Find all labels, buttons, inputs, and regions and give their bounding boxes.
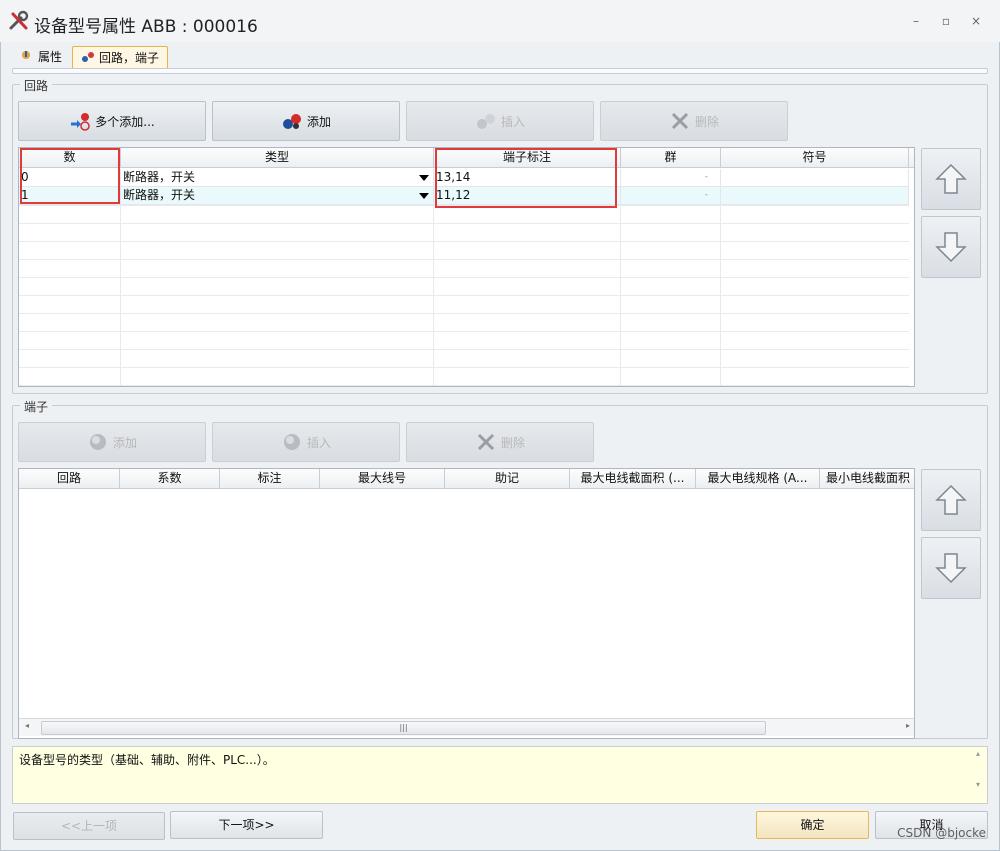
add-circuit-button[interactable]: 添加 bbox=[212, 101, 400, 141]
close-button[interactable]: × bbox=[966, 12, 986, 30]
move-down-circuit-button[interactable] bbox=[921, 216, 981, 278]
col-header-factor[interactable]: 系数 bbox=[120, 469, 220, 489]
delete-terminal-button[interactable]: 删除 bbox=[406, 422, 594, 462]
terminal-insert-icon bbox=[283, 434, 300, 450]
terminal-grid: 回路 系数 标注 最大线号 助记 最大电线截面积 (... 最大电线规格 (A.… bbox=[18, 468, 915, 739]
cell-symbol[interactable] bbox=[721, 187, 909, 205]
arrow-down-icon bbox=[935, 553, 967, 584]
add-terminal-label: 添加 bbox=[112, 435, 137, 450]
circuit-icon bbox=[82, 52, 94, 62]
add-circuit-icon bbox=[282, 114, 301, 129]
col-header-filler bbox=[909, 148, 914, 168]
col-header-group[interactable]: 群 bbox=[621, 148, 721, 168]
description-scrollbar[interactable]: ▴ ▾ bbox=[971, 749, 985, 801]
add-circuit-label: 添加 bbox=[306, 114, 331, 129]
move-down-terminal-button[interactable] bbox=[921, 537, 981, 599]
watermark: CSDN @bjocke bbox=[897, 826, 986, 840]
minimize-button[interactable]: – bbox=[906, 12, 926, 30]
maximize-button[interactable]: ▫ bbox=[936, 12, 956, 30]
circuit-group-label: 回路 bbox=[20, 77, 53, 94]
col-header-min-cross-section[interactable]: 最小电线截面积 bbox=[820, 469, 914, 489]
cell-type[interactable]: 断路器，开关 bbox=[121, 169, 434, 187]
tab-properties-label: 属性 bbox=[38, 50, 63, 64]
scroll-down-icon[interactable]: ▾ bbox=[971, 780, 985, 789]
window-title: 设备型号属性 ABB : 000016 bbox=[34, 17, 258, 37]
cell-group[interactable]: - bbox=[621, 169, 721, 187]
scroll-up-icon[interactable]: ▴ bbox=[971, 749, 985, 758]
insert-terminal-button[interactable]: 插入 bbox=[212, 422, 400, 462]
dropdown-arrow-icon[interactable] bbox=[417, 189, 431, 203]
tab-strip bbox=[12, 68, 988, 74]
delete-terminal-label: 删除 bbox=[500, 435, 525, 450]
horizontal-scrollbar[interactable]: ◂ ||| ▸ bbox=[19, 718, 914, 736]
add-terminal-button[interactable]: 添加 bbox=[18, 422, 206, 462]
highlight-box-terminal bbox=[435, 148, 617, 208]
terminal-group-label: 端子 bbox=[20, 398, 53, 415]
tools-icon bbox=[9, 10, 29, 30]
ok-button[interactable]: 确定 bbox=[756, 811, 869, 839]
multi-add-label: 多个添加... bbox=[95, 114, 155, 129]
delete-icon bbox=[477, 433, 495, 451]
tab-circuits-terminals-label: 回路，端子 bbox=[99, 51, 160, 65]
arrow-up-icon bbox=[935, 163, 967, 194]
move-up-circuit-button[interactable] bbox=[921, 148, 981, 210]
cell-type-text: 断路器，开关 bbox=[123, 170, 196, 184]
insert-circuit-button[interactable]: 插入 bbox=[406, 101, 594, 141]
cell-type[interactable]: 断路器，开关 bbox=[121, 187, 434, 205]
arrow-down-icon bbox=[935, 232, 967, 263]
col-header-designation[interactable]: 标注 bbox=[220, 469, 320, 489]
col-header-max-wire-gauge[interactable]: 最大电线规格 (A... bbox=[696, 469, 820, 489]
empty-grid-rows bbox=[19, 205, 909, 386]
insert-circuit-icon bbox=[476, 114, 495, 129]
highlight-box-num bbox=[20, 148, 120, 204]
move-up-terminal-button[interactable] bbox=[921, 469, 981, 531]
col-header-symbol[interactable]: 符号 bbox=[721, 148, 909, 168]
col-header-type[interactable]: 类型 bbox=[121, 148, 434, 168]
scroll-right-icon[interactable]: ▸ bbox=[906, 721, 910, 730]
insert-terminal-label: 插入 bbox=[306, 435, 331, 450]
col-header-max-cross-section[interactable]: 最大电线截面积 (... bbox=[570, 469, 696, 489]
arrow-up-icon bbox=[935, 484, 967, 515]
multi-add-button[interactable]: 多个添加... bbox=[18, 101, 206, 141]
scroll-left-icon[interactable]: ◂ bbox=[25, 721, 29, 730]
terminal-add-icon bbox=[89, 434, 106, 450]
cell-type-text: 断路器，开关 bbox=[123, 188, 196, 202]
next-button[interactable]: 下一项>> bbox=[170, 811, 323, 839]
cell-symbol[interactable] bbox=[721, 169, 909, 187]
col-header-mnemonic[interactable]: 助记 bbox=[445, 469, 570, 489]
delete-circuit-button[interactable]: 删除 bbox=[600, 101, 788, 141]
delete-circuit-label: 删除 bbox=[694, 114, 719, 129]
delete-icon bbox=[671, 112, 689, 130]
description-text: 设备型号的类型（基础、辅助、附件、PLC...）。 bbox=[19, 753, 275, 767]
previous-button[interactable]: <<上一项 bbox=[13, 812, 165, 840]
multi-add-icon bbox=[71, 113, 91, 131]
cell-group[interactable]: - bbox=[621, 187, 721, 205]
scroll-thumb[interactable]: ||| bbox=[41, 721, 766, 735]
dropdown-arrow-icon[interactable] bbox=[417, 171, 431, 185]
tab-circuits-terminals[interactable]: 回路，端子 bbox=[72, 46, 169, 69]
circuit-grid: 数 类型 端子标注 群 符号 0 断路器，开关 13,14 - 1 断路器，开关… bbox=[18, 147, 915, 387]
col-header-circuit[interactable]: 回路 bbox=[19, 469, 120, 489]
col-header-max-wire-number[interactable]: 最大线号 bbox=[320, 469, 445, 489]
description-panel: 设备型号的类型（基础、辅助、附件、PLC...）。 ▴ ▾ bbox=[12, 746, 988, 804]
tab-properties[interactable]: 属性 bbox=[12, 46, 70, 69]
insert-circuit-label: 插入 bbox=[500, 114, 525, 129]
properties-icon bbox=[22, 51, 30, 59]
